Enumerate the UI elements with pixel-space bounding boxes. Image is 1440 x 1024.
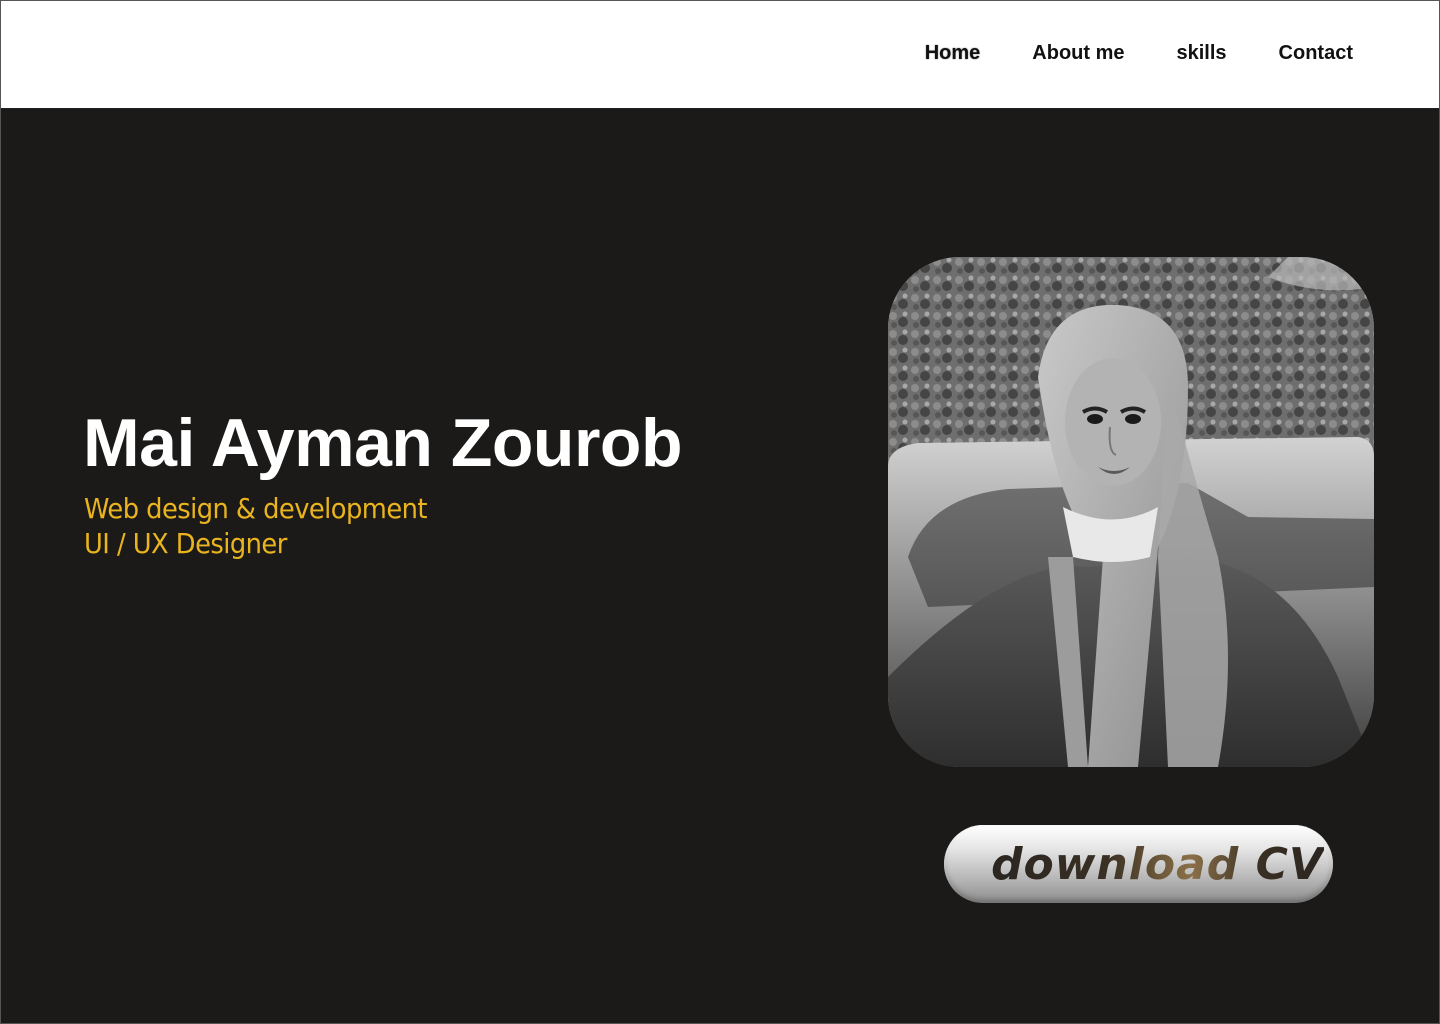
profile-photo-illustration (888, 257, 1374, 767)
nav-about-link[interactable]: About me (1032, 39, 1124, 67)
nav-skills-link[interactable]: skills (1177, 39, 1227, 67)
download-cv-button[interactable]: download CV (944, 825, 1333, 903)
hero-name: Mai Ayman Zourob (83, 405, 683, 481)
hero-subtitle-designer: UI / UX Designer (84, 527, 287, 560)
top-nav-bar: Home About me skills Contact (1, 1, 1439, 109)
main-nav: Home About me skills Contact (925, 39, 1353, 67)
nav-contact-link[interactable]: Contact (1279, 39, 1353, 67)
nav-home-link[interactable]: Home (925, 39, 981, 67)
page: Home About me skills Contact Mai Ayman Z… (0, 0, 1440, 1024)
download-cv-label: download CV (991, 838, 1324, 890)
profile-photo (888, 257, 1374, 767)
hero-subtitle-role: Web design & development (84, 492, 428, 525)
